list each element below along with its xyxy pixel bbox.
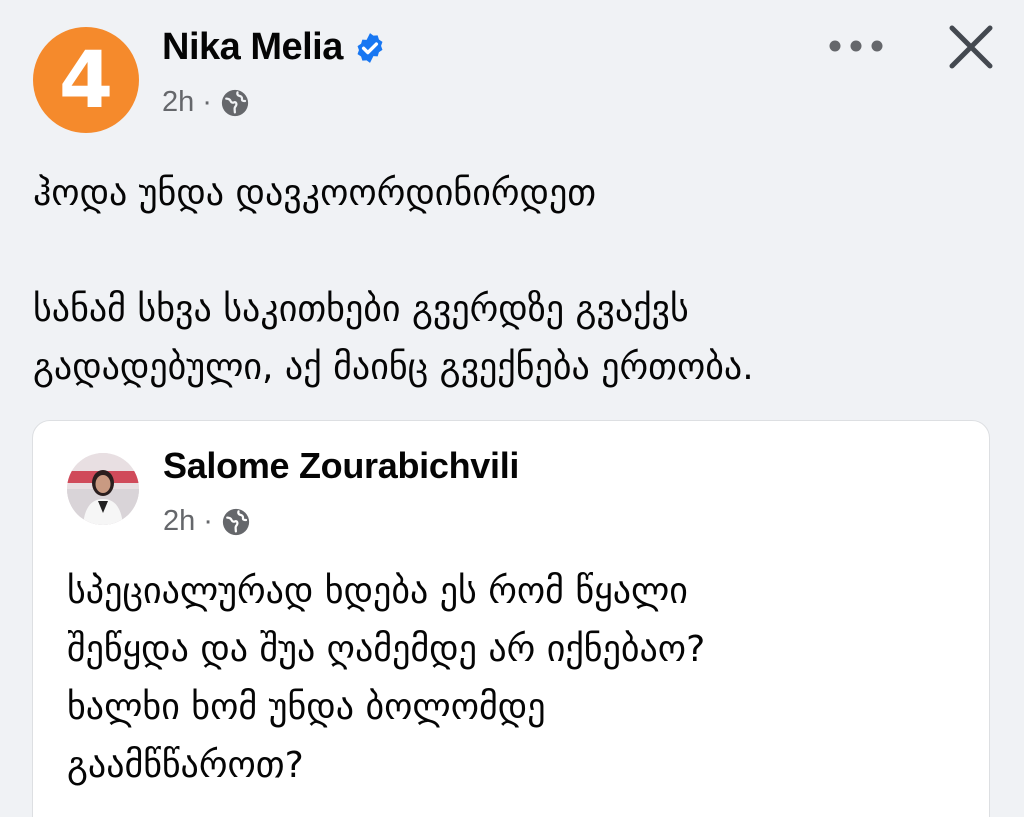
meta-separator: · — [202, 86, 212, 118]
facebook-post: 4 Nika Melia 2h · ჰოდა უნდა დავკოორდინირ… — [0, 0, 1024, 817]
shared-text-line: ხალხი ხომ უნდა ბოლომდე — [67, 687, 546, 728]
post-text: ჰოდა უნდა დავკოორდინირდეთ სანამ სხვა საკ… — [33, 165, 973, 397]
shared-avatar-image — [67, 453, 139, 525]
close-icon — [949, 25, 993, 69]
shared-post-card[interactable]: Salome Zourabichvili 2h · სპეციალურად ხდ… — [32, 420, 990, 817]
globe-icon — [221, 89, 249, 116]
shared-post-time[interactable]: 2h — [163, 505, 195, 538]
shared-text-line: სპეციალურად ხდება ეს რომ წყალი — [67, 571, 688, 612]
close-button[interactable] — [944, 20, 998, 74]
post-text-line: სანამ სხვა საკითხები გვერდზე გვაქვს — [33, 289, 689, 330]
shared-post-text: სპეციალურად ხდება ეს რომ წყალი შეწყდა და… — [67, 563, 947, 795]
shared-author-avatar[interactable] — [67, 453, 139, 525]
verified-badge-icon — [357, 32, 383, 63]
post-meta: 2h · — [162, 86, 250, 119]
shared-author-name[interactable]: Salome Zourabichvili — [163, 445, 519, 487]
shared-text-line: შეწყდა და შუა ღამემდე არ იქნებაო? — [67, 629, 706, 670]
more-options-icon — [829, 40, 883, 52]
author-avatar[interactable]: 4 — [33, 27, 139, 133]
post-text-line: ჰოდა უნდა დავკოორდინირდეთ — [33, 173, 597, 214]
meta-separator: · — [203, 505, 213, 537]
author-name-row: Nika Melia — [162, 26, 387, 69]
post-time[interactable]: 2h — [162, 86, 194, 119]
more-options-button[interactable] — [826, 28, 886, 64]
avatar-text: 4 — [58, 36, 114, 126]
shared-post-meta: 2h · — [163, 505, 251, 538]
post-text-line: გადადებული, აქ მაინც გვექნება ერთობა. — [33, 347, 754, 388]
shared-text-line: გაამწწაროთ? — [67, 745, 304, 786]
author-name[interactable]: Nika Melia — [162, 26, 343, 69]
globe-icon — [222, 508, 250, 535]
